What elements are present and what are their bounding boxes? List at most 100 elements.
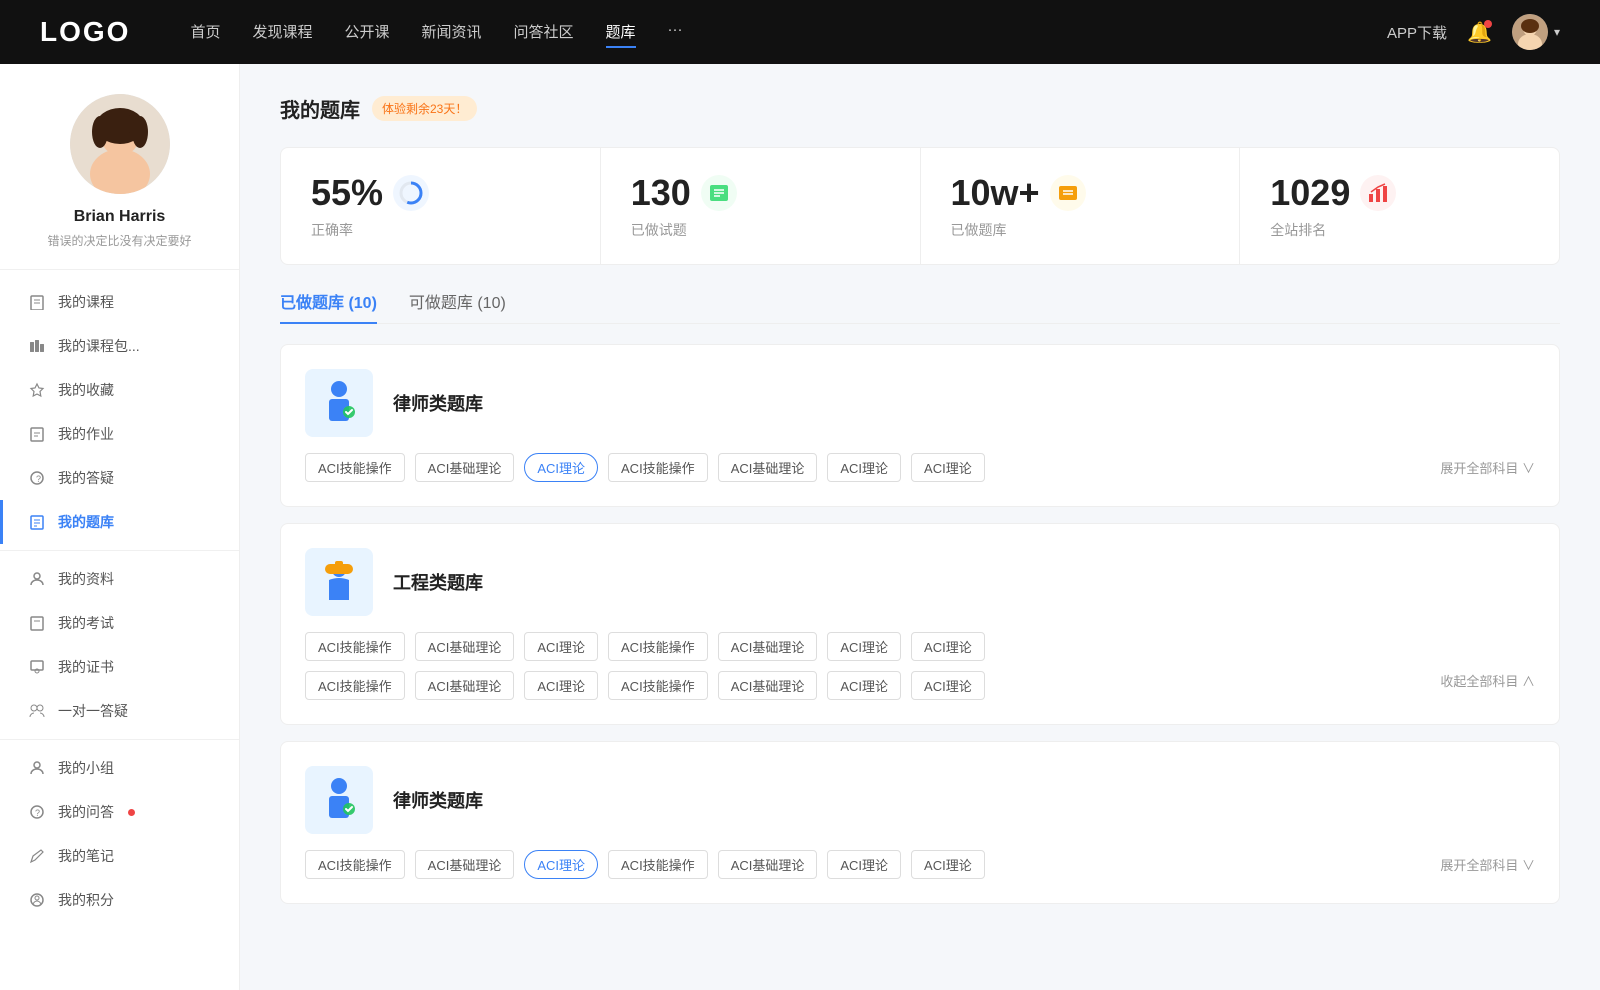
- divider: [0, 739, 239, 740]
- sidebar-label: 我的资料: [58, 569, 114, 589]
- sidebar-item-my-courses[interactable]: 我的课程: [0, 280, 239, 324]
- sidebar-item-my-favorites[interactable]: 我的收藏: [0, 368, 239, 412]
- notification-bell[interactable]: 🔔: [1467, 20, 1492, 45]
- accuracy-icon-wrap: [393, 175, 429, 211]
- qbank-icon-lawyer2: [305, 766, 373, 834]
- profile-name: Brian Harris: [74, 208, 166, 226]
- stat-rank-value: 1029: [1270, 172, 1350, 214]
- sidebar-item-my-profile[interactable]: 我的资料: [0, 557, 239, 601]
- tag[interactable]: ACI基础理论: [415, 453, 515, 482]
- tab-done[interactable]: 已做题库 (10): [280, 289, 377, 323]
- sidebar-label: 我的证书: [58, 657, 114, 677]
- qbank-header-eng: 工程类题库: [305, 548, 1535, 616]
- svg-text:?: ?: [36, 474, 41, 484]
- sidebar-item-my-answers[interactable]: ? 我的问答: [0, 790, 239, 834]
- nav-home[interactable]: 首页: [190, 17, 220, 48]
- tag[interactable]: ACI理论: [911, 671, 985, 700]
- expand-link-lawyer2[interactable]: 展开全部科目 ∨: [1440, 855, 1535, 874]
- navbar: LOGO 首页 发现课程 公开课 新闻资讯 问答社区 题库 ··· APP下载 …: [0, 0, 1600, 64]
- sidebar-item-my-qna[interactable]: ? 我的答疑: [0, 456, 239, 500]
- sidebar-label: 我的作业: [58, 424, 114, 444]
- tag[interactable]: ACI理论: [827, 850, 901, 879]
- stat-accuracy-value: 55%: [311, 172, 383, 214]
- exam-icon: [28, 614, 46, 632]
- tag[interactable]: ACI基础理论: [415, 850, 515, 879]
- tag[interactable]: ACI技能操作: [608, 632, 708, 661]
- tag[interactable]: ACI基础理论: [415, 632, 515, 661]
- sidebar-item-my-homework[interactable]: 我的作业: [0, 412, 239, 456]
- tag-active[interactable]: ACI理论: [524, 850, 598, 879]
- stat-rank: 1029 全站排名: [1240, 148, 1559, 264]
- tag[interactable]: ACI理论: [911, 632, 985, 661]
- sidebar-label: 我的题库: [58, 512, 114, 532]
- sidebar-label: 我的积分: [58, 890, 114, 910]
- tab-bar: 已做题库 (10) 可做题库 (10): [280, 289, 1560, 324]
- tag[interactable]: ACI基础理论: [415, 671, 515, 700]
- nav-discover[interactable]: 发现课程: [252, 17, 312, 48]
- sidebar-item-my-exam[interactable]: 我的考试: [0, 601, 239, 645]
- sidebar-item-my-packages[interactable]: 我的课程包...: [0, 324, 239, 368]
- sidebar: Brian Harris 错误的决定比没有决定要好 我的课程 我的课程包...: [0, 64, 240, 990]
- app-download[interactable]: APP下载: [1387, 22, 1447, 43]
- sidebar-item-my-cert[interactable]: 我的证书: [0, 645, 239, 689]
- tag[interactable]: ACI技能操作: [305, 671, 405, 700]
- logo[interactable]: LOGO: [40, 16, 130, 48]
- collapse-link-eng[interactable]: 收起全部科目 ∧: [1440, 671, 1535, 700]
- tag[interactable]: ACI理论: [827, 632, 901, 661]
- nav-qa[interactable]: 问答社区: [514, 17, 574, 48]
- banks-label: 已做题库: [951, 220, 1210, 240]
- tags-row-eng-2: ACI技能操作 ACI基础理论 ACI理论 ACI技能操作 ACI基础理论 AC…: [305, 671, 1535, 700]
- tags-row-lawyer: ACI技能操作 ACI基础理论 ACI理论 ACI技能操作 ACI基础理论 AC…: [305, 453, 1535, 482]
- stats-row: 55% 正确率 130: [280, 147, 1560, 265]
- nav-news[interactable]: 新闻资讯: [422, 17, 482, 48]
- main-layout: Brian Harris 错误的决定比没有决定要好 我的课程 我的课程包...: [0, 64, 1600, 990]
- tag[interactable]: ACI理论: [827, 453, 901, 482]
- stat-questions: 130 已做试题: [601, 148, 921, 264]
- nav-more[interactable]: ···: [668, 17, 683, 48]
- tag[interactable]: ACI基础理论: [718, 632, 818, 661]
- nav-open-class[interactable]: 公开课: [344, 17, 389, 48]
- stat-banks: 10w+ 已做题库: [921, 148, 1241, 264]
- tag-active[interactable]: ACI理论: [524, 453, 598, 482]
- tag[interactable]: ACI技能操作: [305, 850, 405, 879]
- expand-link-lawyer[interactable]: 展开全部科目 ∨: [1440, 458, 1535, 477]
- qbank-icon: [28, 513, 46, 531]
- qbank-card-engineering: 工程类题库 ACI技能操作 ACI基础理论 ACI理论 ACI技能操作 ACI基…: [280, 523, 1560, 725]
- user-avatar-button[interactable]: ▾: [1512, 14, 1560, 50]
- sidebar-label: 我的问答: [58, 802, 114, 822]
- sidebar-menu: 我的课程 我的课程包... 我的收藏 我的作业: [0, 270, 239, 932]
- notes-icon: [28, 847, 46, 865]
- tag[interactable]: ACI技能操作: [305, 632, 405, 661]
- sidebar-label: 我的收藏: [58, 380, 114, 400]
- accuracy-label: 正确率: [311, 220, 570, 240]
- tag[interactable]: ACI技能操作: [608, 850, 708, 879]
- sidebar-item-my-qbank[interactable]: 我的题库: [0, 500, 239, 544]
- rank-icon: [1367, 182, 1389, 204]
- notification-dot: [1484, 20, 1492, 28]
- tag[interactable]: ACI理论: [827, 671, 901, 700]
- sidebar-item-my-group[interactable]: 我的小组: [0, 746, 239, 790]
- banks-icon: [1057, 182, 1079, 204]
- sidebar-label: 我的答疑: [58, 468, 114, 488]
- tab-available[interactable]: 可做题库 (10): [409, 289, 506, 323]
- tag[interactable]: ACI理论: [911, 453, 985, 482]
- tag[interactable]: ACI基础理论: [718, 453, 818, 482]
- lawyer-figure-icon-2: [315, 776, 363, 824]
- tag[interactable]: ACI理论: [524, 632, 598, 661]
- nav-qbank[interactable]: 题库: [606, 17, 636, 48]
- chevron-down-icon: ▾: [1554, 25, 1560, 39]
- tag[interactable]: ACI理论: [911, 850, 985, 879]
- tag[interactable]: ACI基础理论: [718, 671, 818, 700]
- sidebar-item-my-points[interactable]: 我的积分: [0, 878, 239, 922]
- sidebar-label: 我的课程: [58, 292, 114, 312]
- tag[interactable]: ACI技能操作: [608, 453, 708, 482]
- avatar: [1512, 14, 1548, 50]
- sidebar-item-one-on-one[interactable]: 一对一答疑: [0, 689, 239, 733]
- tag[interactable]: ACI技能操作: [305, 453, 405, 482]
- tag[interactable]: ACI理论: [524, 671, 598, 700]
- divider: [0, 550, 239, 551]
- sidebar-item-my-notes[interactable]: 我的笔记: [0, 834, 239, 878]
- stat-accuracy: 55% 正确率: [281, 148, 601, 264]
- tag[interactable]: ACI技能操作: [608, 671, 708, 700]
- tag[interactable]: ACI基础理论: [718, 850, 818, 879]
